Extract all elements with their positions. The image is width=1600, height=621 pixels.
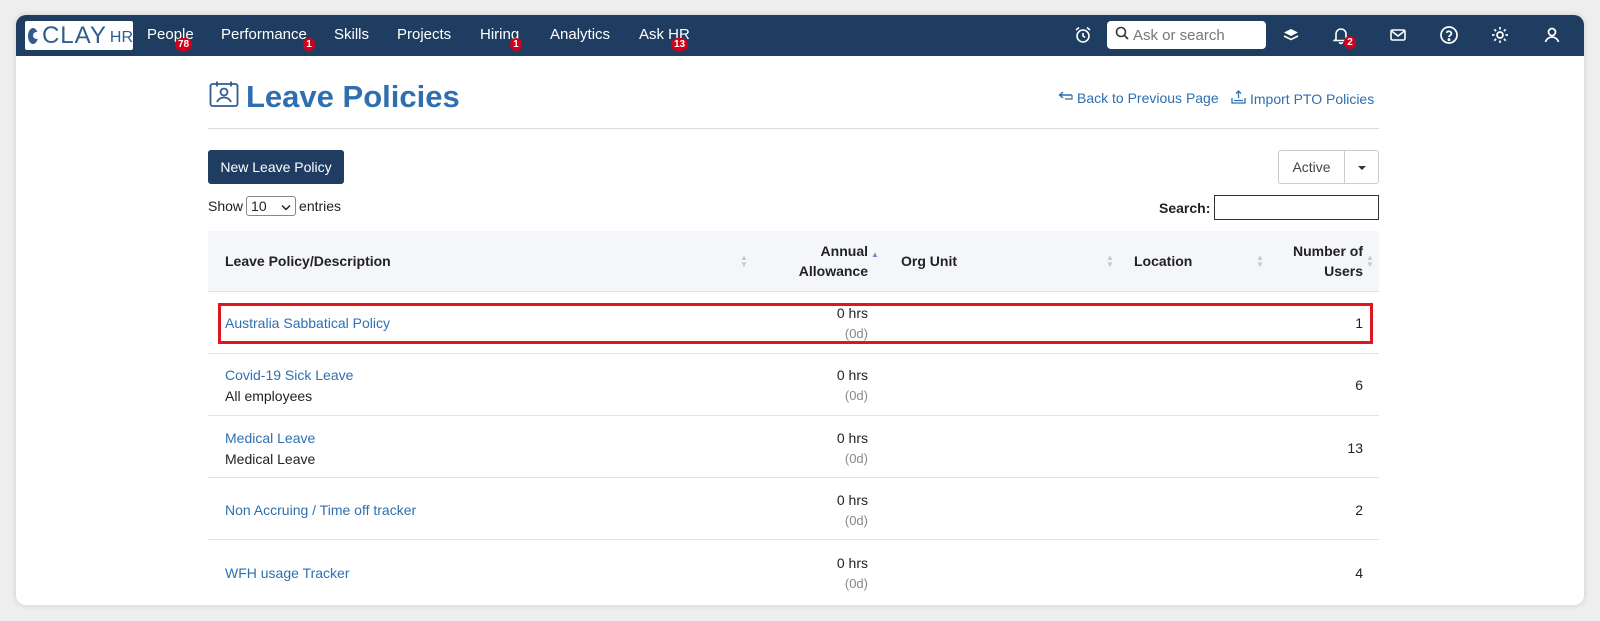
allowance-hours: 0 hrs — [836, 555, 868, 571]
gear-icon[interactable] — [1490, 25, 1510, 45]
clayhr-logo[interactable]: CLAY HR — [25, 21, 133, 50]
import-icon — [1231, 90, 1246, 107]
global-search-input[interactable]: Ask or search — [1107, 21, 1266, 49]
nav-item-analytics[interactable]: Analytics — [550, 26, 610, 43]
notifications-badge: 2 — [1344, 36, 1356, 49]
allowance-days: (0d) — [844, 513, 868, 528]
search-placeholder: Ask or search — [1133, 26, 1225, 44]
logo-suffix: HR — [109, 29, 133, 46]
allowance-days: (0d) — [844, 388, 868, 403]
allowance-hours: 0 hrs — [836, 430, 868, 446]
alarm-clock-icon[interactable] — [1073, 25, 1093, 45]
column-header-annual-allowance-line1[interactable]: Annual — [808, 243, 868, 259]
user-count: 13 — [1347, 440, 1363, 456]
page-length-control: Show 10 entries — [208, 196, 341, 216]
sort-icon[interactable]: ▲ ▼ — [1366, 254, 1374, 269]
top-navigation-bar: CLAY HR People 78 Performance 1 Skills P… — [16, 15, 1584, 56]
hiring-badge: 1 — [510, 38, 522, 51]
table-row: Non Accruing / Time off tracker 0 hrs (0… — [208, 478, 1379, 540]
new-leave-policy-button[interactable]: New Leave Policy — [208, 150, 344, 184]
performance-badge: 1 — [303, 38, 315, 51]
status-filter-dropdown-toggle[interactable] — [1345, 150, 1379, 184]
policy-name-link[interactable]: Non Accruing / Time off tracker — [225, 502, 416, 518]
table-row: Medical Leave Medical Leave 0 hrs (0d) 1… — [208, 416, 1379, 478]
back-link-label: Back to Previous Page — [1077, 90, 1219, 106]
nav-item-projects[interactable]: Projects — [397, 26, 451, 43]
caret-down-icon — [1357, 158, 1367, 176]
allowance-hours: 0 hrs — [836, 367, 868, 383]
allowance-days: (0d) — [844, 451, 868, 466]
policy-name-link[interactable]: WFH usage Tracker — [225, 565, 349, 581]
table-row: WFH usage Tracker 0 hrs (0d) 4 — [208, 541, 1379, 603]
column-header-leave-policy[interactable]: Leave Policy/Description — [225, 253, 391, 269]
nav-item-performance[interactable]: Performance — [221, 26, 307, 43]
help-icon[interactable] — [1439, 25, 1459, 45]
status-filter-button[interactable]: Active — [1278, 150, 1345, 184]
sort-icon[interactable]: ▲ ▼ — [740, 254, 748, 269]
allowance-hours: 0 hrs — [836, 492, 868, 508]
policy-name-link[interactable]: Covid-19 Sick Leave — [225, 367, 353, 383]
table-row: Covid-19 Sick Leave All employees 0 hrs … — [208, 354, 1379, 416]
leave-policy-title-icon — [209, 80, 239, 108]
entries-select[interactable]: 10 — [246, 196, 297, 216]
ask-hr-badge: 13 — [671, 38, 689, 51]
user-icon[interactable] — [1542, 25, 1562, 45]
column-header-users-line1[interactable]: Number of — [1278, 243, 1363, 259]
allowance-days: (0d) — [844, 576, 868, 591]
column-header-location[interactable]: Location — [1134, 253, 1192, 269]
nav-item-skills[interactable]: Skills — [334, 26, 369, 43]
entries-value: 10 — [251, 198, 267, 214]
table-search-label: Search: — [1159, 200, 1211, 216]
chevron-down-icon — [281, 198, 291, 214]
user-count: 2 — [1355, 502, 1363, 518]
import-link-label: Import PTO Policies — [1250, 90, 1375, 107]
mail-icon[interactable] — [1388, 25, 1408, 45]
user-count: 6 — [1355, 377, 1363, 393]
back-arrow-icon — [1057, 90, 1073, 106]
sort-icon[interactable]: ▲ ▼ — [1106, 254, 1114, 269]
user-count: 4 — [1355, 565, 1363, 581]
entries-label: entries — [299, 198, 342, 214]
table-search-input[interactable] — [1214, 195, 1379, 220]
search-icon — [1115, 26, 1129, 44]
sort-icon[interactable]: ▲ ▼ — [1256, 254, 1264, 269]
logo-text: CLAY — [41, 21, 107, 49]
people-badge: 78 — [175, 38, 193, 51]
app-window: CLAY HR People 78 Performance 1 Skills P… — [16, 15, 1584, 605]
page-title: Leave Policies — [246, 79, 460, 114]
policy-description: All employees — [225, 388, 313, 404]
column-header-users-line2[interactable]: Users — [1278, 263, 1363, 279]
sort-ascending-icon[interactable]: ▲ — [871, 251, 879, 265]
column-header-org-unit[interactable]: Org Unit — [901, 253, 957, 269]
table-header: Leave Policy/Description ▲ ▼ Annual Allow… — [208, 231, 1379, 292]
import-pto-policies-link[interactable]: Import PTO Policies — [1231, 90, 1374, 107]
policy-description: Medical Leave — [225, 451, 316, 467]
logo-mark-icon — [28, 27, 40, 44]
row-highlight-box — [218, 303, 1373, 344]
layers-icon[interactable] — [1281, 25, 1301, 45]
column-header-annual-allowance-line2[interactable]: Allowance — [798, 263, 868, 279]
title-divider — [208, 128, 1379, 129]
policy-name-link[interactable]: Medical Leave — [225, 430, 315, 446]
show-label: Show — [208, 198, 244, 214]
back-to-previous-link[interactable]: Back to Previous Page — [1057, 90, 1219, 106]
